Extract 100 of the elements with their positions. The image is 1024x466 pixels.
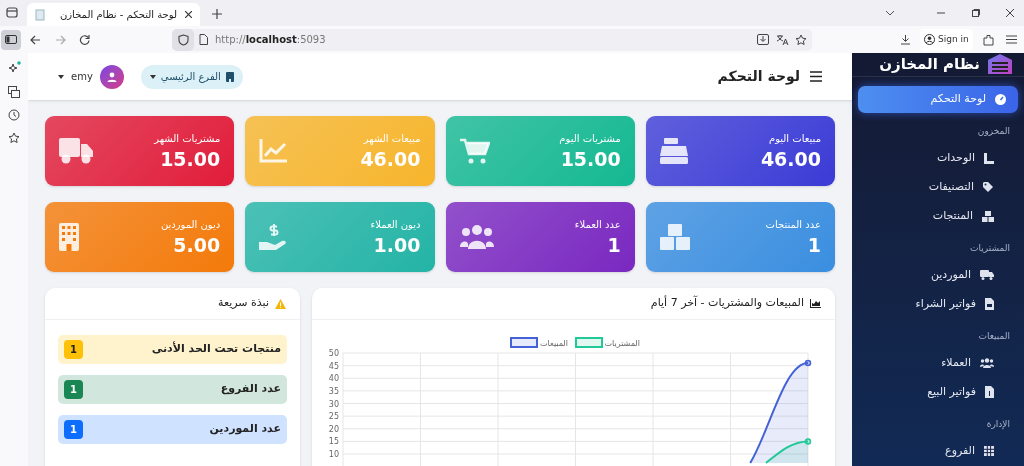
page-icon — [35, 8, 45, 21]
download-page-icon[interactable] — [757, 34, 769, 45]
y-tick-label: 15 — [328, 437, 339, 447]
y-tick-label: 35 — [328, 386, 339, 396]
truck-icon — [59, 138, 93, 164]
stat-label: ديون الموردين — [159, 217, 221, 232]
y-tick-label: 50 — [328, 349, 339, 358]
chevron-down-icon[interactable] — [885, 10, 895, 16]
section-heading: الإدارة — [985, 417, 1011, 431]
chart-line-icon — [259, 139, 288, 163]
truck-icon — [980, 270, 994, 280]
stat-label: ديون العملاء — [369, 217, 421, 232]
avatar-icon — [99, 64, 124, 89]
menu-icon[interactable] — [810, 71, 822, 82]
y-tick-label: 45 — [328, 361, 339, 371]
legend-label[interactable]: المبيعات — [540, 339, 568, 348]
y-tick-label: 40 — [328, 374, 339, 384]
chart-icon — [810, 299, 821, 308]
shield-icon[interactable] — [177, 33, 189, 46]
users-icon — [980, 358, 994, 368]
sidebar-toggle-icon[interactable] — [1, 29, 21, 50]
gauge-icon — [995, 93, 1006, 105]
boxes-icon — [659, 224, 690, 250]
caret-icon — [149, 74, 156, 79]
y-tick-label: 10 — [328, 450, 339, 459]
quick-summary-title: نبذة سريعة — [218, 295, 269, 312]
chart-title: المبيعات والمشتريات - آخر 7 أيام — [650, 295, 804, 312]
sparkle-icon[interactable] — [7, 61, 21, 75]
stat-value: 15.00 — [159, 147, 221, 172]
user-menu[interactable]: emy — [58, 64, 124, 89]
branch-selector[interactable]: الفرع الرئيسي — [140, 64, 243, 89]
stat-label: عدد العملاء — [573, 217, 621, 232]
section-heading: المشتريات — [969, 241, 1011, 255]
stat-value: 1 — [606, 233, 621, 258]
tab-title: لوحة التحكم - نظام المخازن — [58, 8, 177, 22]
address-bar[interactable]: http://localhost:5093 — [172, 28, 812, 51]
boxes-icon — [982, 210, 994, 222]
nav-item[interactable]: الموردين — [858, 261, 1018, 289]
new-tab-icon[interactable] — [212, 9, 222, 19]
menu-icon[interactable] — [1005, 35, 1017, 44]
history-icon[interactable] — [8, 109, 20, 121]
download-icon[interactable] — [900, 34, 911, 45]
count-badge: 1 — [64, 420, 83, 439]
cart-icon — [459, 138, 490, 164]
close-window-icon[interactable] — [1006, 9, 1014, 17]
nav-item[interactable]: لوحة التحكم — [858, 85, 1018, 113]
url-text: http://localhost:5093 — [215, 33, 326, 47]
summary-label: منتجات تحت الحد الأدنى — [150, 341, 281, 358]
stat-label: مبيعات اليوم — [767, 131, 821, 146]
building-icon — [59, 223, 79, 251]
translate-icon[interactable] — [776, 34, 789, 45]
browser-tab[interactable]: لوحة التحكم - نظام المخازن — [27, 3, 200, 26]
nav-item[interactable]: الوحدات — [858, 144, 1018, 172]
warehouse-icon — [988, 54, 1012, 75]
legend-swatch[interactable] — [510, 337, 538, 348]
count-badge: 1 — [64, 340, 83, 359]
section-heading: المخزون — [976, 124, 1011, 138]
stat-label: مشتريات اليوم — [558, 131, 621, 146]
stat-label: مبيعات الشهر — [362, 131, 421, 146]
nav-item[interactable]: الفروع — [858, 437, 1018, 465]
brand-title: نظام المخازن — [879, 54, 980, 75]
nav-item[interactable]: التصنيفات — [858, 173, 1018, 201]
stat-value: 46.00 — [359, 147, 421, 172]
users-icon — [459, 225, 494, 249]
invoice-icon — [985, 298, 994, 310]
page-icon — [199, 34, 208, 45]
stat-value: 46.00 — [759, 147, 821, 172]
sign-in-button[interactable]: Sign in — [920, 28, 973, 51]
caret-icon — [58, 74, 64, 79]
summary-label: عدد الموردين — [208, 421, 281, 438]
summary-label: عدد الفروع — [219, 381, 281, 398]
tab-list-icon[interactable] — [6, 7, 18, 18]
extensions-icon[interactable] — [982, 33, 994, 46]
y-tick-label: 30 — [328, 399, 339, 409]
nav-item[interactable]: فواتير الشراء — [858, 290, 1018, 318]
stat-label: مشتريات الشهر — [152, 131, 221, 146]
star-icon[interactable] — [8, 132, 20, 144]
back-icon[interactable] — [30, 34, 41, 45]
nav-item[interactable]: فواتير البيع — [858, 378, 1018, 406]
account-icon — [924, 34, 935, 45]
stat-value: 15.00 — [559, 147, 621, 172]
building-icon — [225, 71, 234, 82]
count-badge: 1 — [64, 380, 83, 399]
legend-swatch[interactable] — [575, 337, 603, 348]
reload-icon[interactable] — [79, 34, 90, 45]
nav-item[interactable]: المنتجات — [858, 202, 1018, 230]
stat-label: عدد المنتجات — [764, 217, 821, 232]
synced-tabs-icon[interactable] — [8, 86, 20, 98]
restore-icon[interactable] — [972, 9, 980, 17]
legend-label[interactable]: المشتريات — [604, 339, 640, 348]
stat-value: 1.00 — [372, 233, 421, 258]
page-title: لوحة التحكم — [717, 67, 800, 87]
close-icon[interactable] — [185, 11, 192, 18]
nav-item[interactable]: العملاء — [858, 349, 1018, 377]
y-tick-label: 20 — [328, 424, 339, 434]
y-tick-label: 25 — [328, 412, 339, 422]
star-icon[interactable] — [795, 33, 807, 46]
ruler-icon — [984, 152, 994, 164]
section-heading: المبيعات — [977, 329, 1011, 343]
tags-icon — [983, 182, 994, 192]
